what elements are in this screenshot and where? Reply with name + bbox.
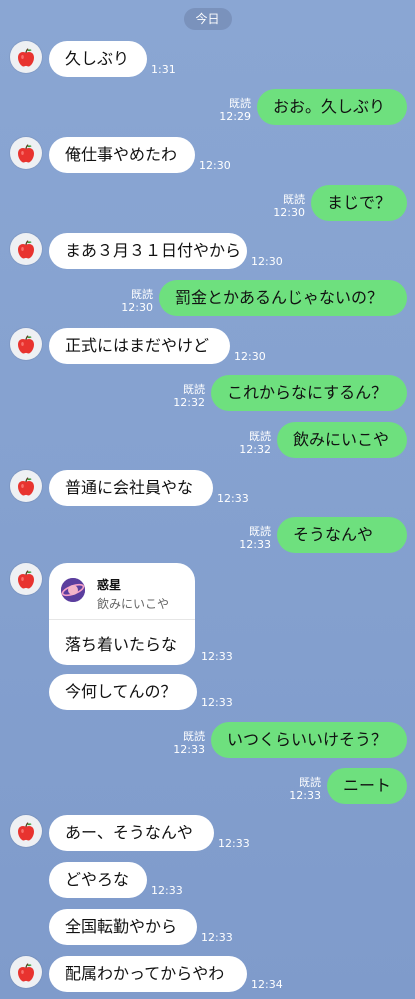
- message-text: 落ち着いたらな: [65, 635, 178, 654]
- message-meta: 既読 12:29: [219, 97, 251, 123]
- message-time: 12:33: [151, 884, 183, 897]
- message-bubble[interactable]: 罰金とかあるんじゃないの？: [159, 280, 407, 316]
- apple-icon: [18, 48, 34, 67]
- message-bubble[interactable]: どやろな: [49, 862, 147, 898]
- message-time: 1:31: [151, 63, 176, 76]
- reply-message-bubble[interactable]: 惑星飲みにいこや落ち着いたらな: [49, 563, 195, 665]
- read-status: 既読: [249, 525, 271, 538]
- message-time: 12:33: [217, 492, 249, 505]
- message-bubble[interactable]: 飲みにいこや: [277, 422, 407, 458]
- message-meta: 既読 12:30: [273, 193, 305, 219]
- avatar[interactable]: [10, 328, 42, 360]
- message-time: 12:34: [251, 978, 283, 991]
- message-bubble[interactable]: まあ３月３１日付やから: [49, 233, 247, 269]
- message-time: 12:33: [201, 650, 233, 663]
- message-meta: 既読 12:30: [121, 288, 153, 314]
- message-time: 12:32: [173, 396, 205, 409]
- message-meta: 既読 12:33: [173, 730, 205, 756]
- avatar[interactable]: [10, 233, 42, 265]
- read-status: 既読: [131, 288, 153, 301]
- message-time: 12:33: [239, 538, 271, 551]
- message-meta: 既読 12:33: [239, 525, 271, 551]
- read-status: 既読: [183, 383, 205, 396]
- apple-icon: [18, 144, 34, 163]
- message-bubble[interactable]: 俺仕事やめたわ: [49, 137, 195, 173]
- apple-icon: [18, 335, 34, 354]
- message-meta: 既読 12:32: [239, 430, 271, 456]
- avatar[interactable]: [10, 137, 42, 169]
- message-time: 12:33: [201, 931, 233, 944]
- message-bubble[interactable]: おお。久しぶり: [257, 89, 407, 125]
- avatar[interactable]: [10, 956, 42, 988]
- avatar[interactable]: [10, 563, 42, 595]
- message-meta: 既読 12:32: [173, 383, 205, 409]
- message-bubble[interactable]: そうなんや: [277, 517, 407, 553]
- reply-divider: [49, 619, 195, 620]
- message-bubble[interactable]: 全国転勤やから: [49, 909, 197, 945]
- apple-icon: [18, 822, 34, 841]
- message-time: 12:30: [273, 206, 305, 219]
- apple-icon: [18, 477, 34, 496]
- message-time: 12:33: [289, 789, 321, 802]
- message-time: 12:33: [218, 837, 250, 850]
- message-time: 12:32: [239, 443, 271, 456]
- message-bubble[interactable]: これからなにするん？: [211, 375, 407, 411]
- reply-quote: 飲みにいこや: [97, 597, 170, 611]
- message-bubble[interactable]: 今何してんの？: [49, 674, 197, 710]
- message-bubble[interactable]: まじで？: [311, 185, 407, 221]
- message-time: 12:29: [219, 110, 251, 123]
- read-status: 既読: [299, 776, 321, 789]
- chat-area: 今日 久しぶり 1:31 おお。久しぶり 既読 12:29 俺仕事やめたわ 12:30 まじで…: [0, 0, 415, 999]
- read-status: 既読: [283, 193, 305, 206]
- planet-icon: [61, 578, 85, 602]
- date-separator: 今日: [183, 8, 232, 30]
- message-time: 12:33: [201, 696, 233, 709]
- message-bubble[interactable]: 配属わかってからやわ: [49, 956, 247, 992]
- apple-icon: [18, 570, 34, 589]
- message-time: 12:30: [199, 159, 231, 172]
- message-time: 12:30: [251, 255, 283, 268]
- message-bubble[interactable]: 普通に会社員やな: [49, 470, 213, 506]
- read-status: 既読: [229, 97, 251, 110]
- avatar[interactable]: [10, 815, 42, 847]
- message-bubble[interactable]: 正式にはまだやけど: [49, 328, 230, 364]
- avatar[interactable]: [10, 41, 42, 73]
- message-meta: 既読 12:33: [289, 776, 321, 802]
- message-bubble[interactable]: あー、そうなんや: [49, 815, 214, 851]
- message-bubble[interactable]: いつくらいいけそう？: [211, 722, 407, 758]
- message-bubble[interactable]: ニート: [327, 768, 407, 804]
- message-bubble[interactable]: 久しぶり: [49, 41, 147, 77]
- message-time: 12:30: [121, 301, 153, 314]
- read-status: 既読: [249, 430, 271, 443]
- read-status: 既読: [183, 730, 205, 743]
- apple-icon: [18, 240, 34, 259]
- avatar[interactable]: [10, 470, 42, 502]
- reply-sender: 惑星: [97, 578, 122, 592]
- message-time: 12:33: [173, 743, 205, 756]
- apple-icon: [18, 963, 34, 982]
- message-time: 12:30: [234, 350, 266, 363]
